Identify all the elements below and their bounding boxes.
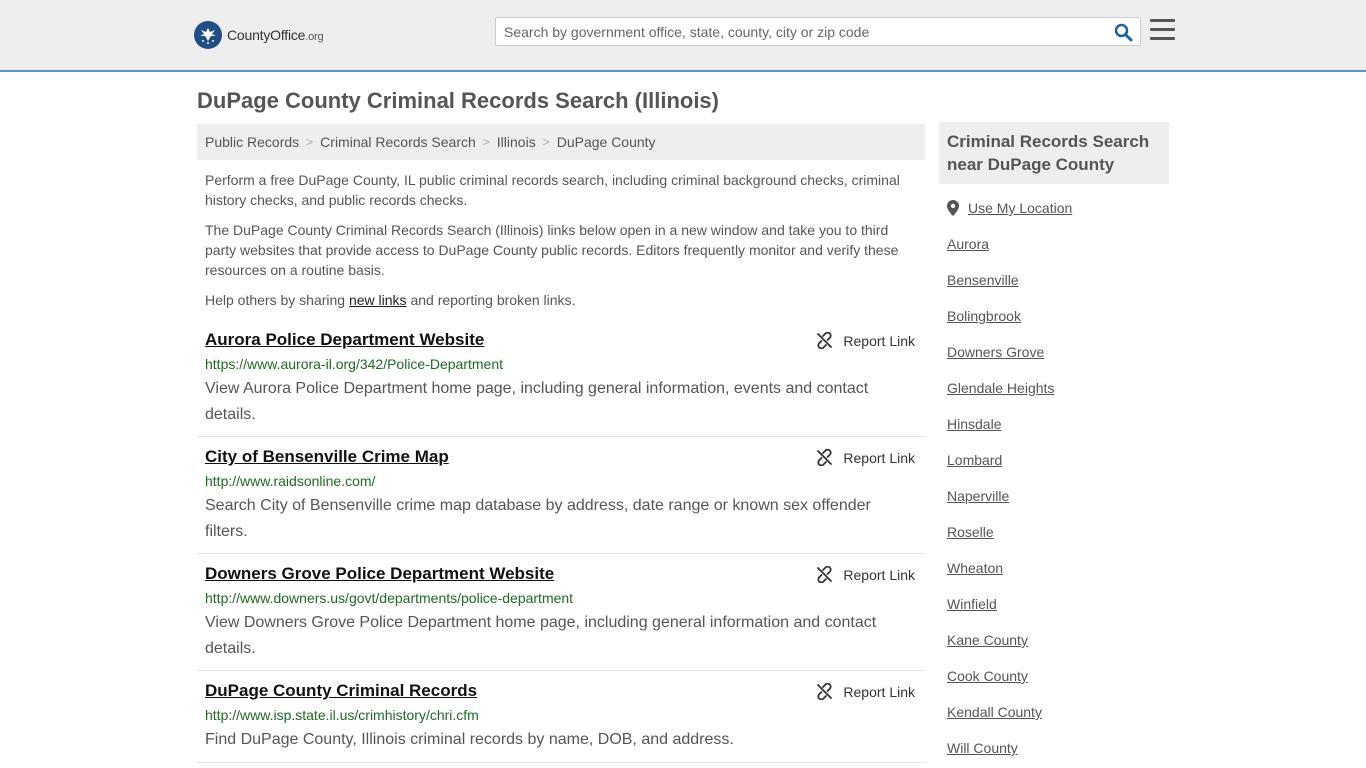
chevron-right-icon: > [306, 135, 314, 149]
result-title-link[interactable]: Aurora Police Department Website [205, 330, 484, 350]
sidebar-link-bolingbrook[interactable]: Bolingbrook [947, 308, 1021, 324]
site-logo[interactable]: CountyOffice.org [194, 20, 324, 50]
eagle-seal-icon [194, 21, 222, 49]
broken-link-icon [817, 332, 833, 349]
breadcrumb: Public Records > Criminal Records Search… [197, 124, 925, 160]
search-box [495, 17, 1141, 46]
broken-link-icon [817, 566, 833, 583]
sidebar-link-kendall-county[interactable]: Kendall County [947, 704, 1042, 720]
result-title-link[interactable]: City of Bensenville Crime Map [205, 447, 449, 467]
use-my-location-link[interactable]: Use My Location [968, 200, 1072, 216]
result-url: http://www.downers.us/govt/departments/p… [205, 590, 574, 606]
sidebar-link-bensenville[interactable]: Bensenville [947, 272, 1019, 288]
sidebar-link-winfield[interactable]: Winfield [947, 596, 997, 612]
sidebar-link-glendale-heights[interactable]: Glendale Heights [947, 380, 1054, 396]
sidebar-link-hinsdale[interactable]: Hinsdale [947, 416, 1001, 432]
use-my-location: Use My Location [947, 200, 1072, 216]
breadcrumb-illinois[interactable]: Illinois [497, 134, 536, 150]
report-link-button[interactable]: Report Link [816, 566, 915, 583]
hamburger-menu-icon[interactable] [1150, 19, 1175, 43]
sidebar-link-will-county[interactable]: Will County [947, 740, 1018, 756]
result-item: Aurora Police Department Website Report … [197, 330, 925, 437]
result-description: Find DuPage County, Illinois criminal re… [205, 731, 734, 748]
chevron-right-icon: > [482, 135, 490, 149]
sidebar-link-roselle[interactable]: Roselle [947, 524, 994, 540]
map-pin-icon [947, 200, 959, 216]
report-link-button[interactable]: Report Link [816, 449, 915, 466]
page-title: DuPage County Criminal Records Search (I… [197, 88, 719, 113]
breadcrumb-criminal-records-search[interactable]: Criminal Records Search [320, 134, 476, 150]
report-link-button[interactable]: Report Link [816, 332, 915, 349]
search-icon[interactable] [1112, 22, 1134, 42]
sidebar-link-naperville[interactable]: Naperville [947, 488, 1009, 504]
intro-paragraph-2: The DuPage County Criminal Records Searc… [205, 222, 899, 278]
sidebar-link-aurora[interactable]: Aurora [947, 236, 989, 252]
result-item: Downers Grove Police Department Website … [197, 564, 925, 671]
broken-link-icon [817, 683, 833, 700]
breadcrumb-public-records[interactable]: Public Records [205, 134, 299, 150]
result-description: Search City of Bensenville crime map dat… [205, 497, 871, 540]
sidebar-heading: Criminal Records Search near DuPage Coun… [939, 122, 1169, 184]
intro-paragraph-3: Help others by sharing new links and rep… [205, 292, 576, 308]
result-item: City of Bensenville Crime Map Report Lin… [197, 447, 925, 554]
sidebar-link-lombard[interactable]: Lombard [947, 452, 1002, 468]
site-header: CountyOffice.org [0, 0, 1366, 72]
sidebar-link-kane-county[interactable]: Kane County [947, 632, 1028, 648]
search-input[interactable] [496, 18, 1106, 45]
result-description: View Aurora Police Department home page,… [205, 380, 869, 423]
result-url: http://www.isp.state.il.us/crimhistory/c… [205, 707, 479, 723]
result-title-link[interactable]: Downers Grove Police Department Website [205, 564, 554, 584]
broken-link-icon [817, 449, 833, 466]
breadcrumb-dupage-county[interactable]: DuPage County [557, 134, 656, 150]
logo-text: CountyOffice.org [227, 27, 324, 43]
result-title-link[interactable]: DuPage County Criminal Records [205, 681, 477, 701]
new-links-link[interactable]: new links [349, 292, 407, 308]
result-url: http://www.raidsonline.com/ [205, 473, 376, 489]
result-url: https://www.aurora-il.org/342/Police-Dep… [205, 356, 504, 372]
sidebar-link-cook-county[interactable]: Cook County [947, 668, 1028, 684]
chevron-right-icon: > [542, 135, 550, 149]
sidebar-link-wheaton[interactable]: Wheaton [947, 560, 1003, 576]
intro-paragraph-1: Perform a free DuPage County, IL public … [205, 172, 900, 208]
report-link-button[interactable]: Report Link [816, 683, 915, 700]
result-item: DuPage County Criminal Records Report Li… [197, 681, 925, 763]
sidebar-link-downers-grove[interactable]: Downers Grove [947, 344, 1044, 360]
result-description: View Downers Grove Police Department hom… [205, 614, 877, 657]
